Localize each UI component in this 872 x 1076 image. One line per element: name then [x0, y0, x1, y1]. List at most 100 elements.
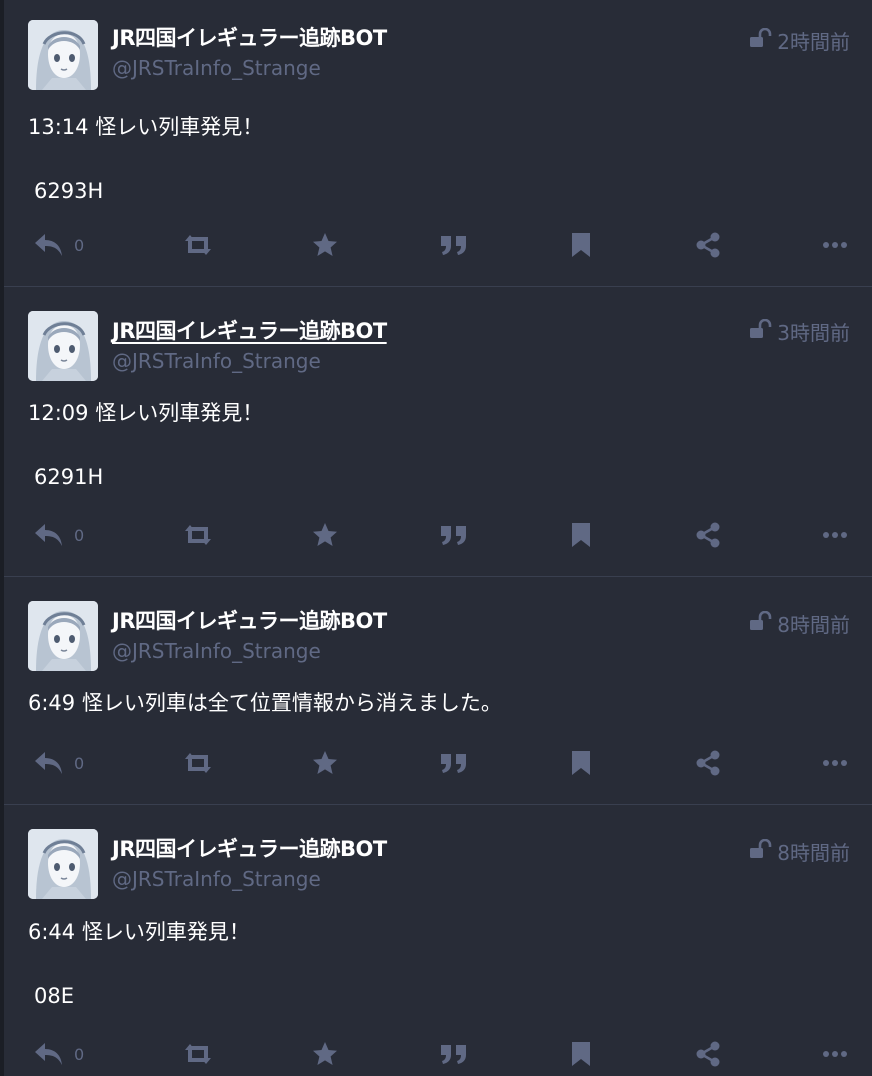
- avatar[interactable]: [28, 601, 98, 671]
- share-icon: [694, 232, 722, 258]
- share-button[interactable]: [694, 225, 722, 265]
- display-name[interactable]: JR四国イレギュラー追跡BOT: [112, 22, 387, 52]
- display-name[interactable]: JR四国イレギュラー追跡BOT: [112, 315, 387, 345]
- bookmark-button[interactable]: [570, 1034, 592, 1074]
- status-meta[interactable]: 8時間前: [749, 609, 850, 638]
- relative-time: 2時間前: [777, 30, 850, 54]
- reply-button[interactable]: 0: [34, 1034, 84, 1074]
- more-icon: [822, 232, 848, 258]
- more-button[interactable]: [822, 743, 848, 783]
- unlocked-icon: [749, 610, 773, 636]
- quote-icon: [439, 522, 469, 548]
- more-icon: [822, 522, 848, 548]
- status-content: 13:14 怪レい列車発見！ 6293H: [28, 112, 848, 206]
- reply-icon: [34, 522, 64, 548]
- status-content: 6:44 怪レい列車発見！ 08E: [28, 917, 848, 1011]
- action-bar: 0: [4, 1034, 872, 1074]
- favourite-icon: [311, 232, 339, 258]
- share-icon: [694, 1041, 722, 1067]
- status-post[interactable]: JR四国イレギュラー追跡BOT @JRSTraInfo_Strange 8時間前…: [4, 577, 872, 805]
- account-handle[interactable]: @JRSTraInfo_Strange: [112, 349, 321, 373]
- status-meta[interactable]: 2時間前: [749, 26, 850, 55]
- reply-count: 0: [74, 235, 85, 255]
- more-icon: [822, 750, 848, 776]
- share-button[interactable]: [694, 743, 722, 783]
- reply-count: 0: [74, 525, 85, 545]
- boost-button[interactable]: [182, 515, 214, 555]
- quote-button[interactable]: [439, 743, 469, 783]
- share-icon: [694, 750, 722, 776]
- display-name[interactable]: JR四国イレギュラー追跡BOT: [112, 605, 387, 635]
- favourite-icon: [311, 1041, 339, 1067]
- account-handle[interactable]: @JRSTraInfo_Strange: [112, 867, 321, 891]
- reply-icon: [34, 232, 64, 258]
- action-bar: 0: [4, 225, 872, 265]
- reply-icon: [34, 1041, 64, 1067]
- favourite-button[interactable]: [311, 743, 339, 783]
- status-content: 12:09 怪レい列車発見！ 6291H: [28, 398, 848, 492]
- action-bar: 0: [4, 515, 872, 555]
- account-handle[interactable]: @JRSTraInfo_Strange: [112, 639, 321, 663]
- bookmark-icon: [570, 232, 592, 258]
- quote-button[interactable]: [439, 225, 469, 265]
- content-paragraph: 13:14 怪レい列車発見！: [28, 115, 264, 139]
- more-button[interactable]: [822, 225, 848, 265]
- avatar[interactable]: [28, 829, 98, 899]
- status-post[interactable]: JR四国イレギュラー追跡BOT @JRSTraInfo_Strange 8時間前…: [4, 805, 872, 1076]
- reply-button[interactable]: 0: [34, 225, 84, 265]
- content-paragraph: 12:09 怪レい列車発見！: [28, 401, 264, 425]
- more-icon: [822, 1041, 848, 1067]
- status-content: 6:49 怪レい列車は全て位置情報から消えました。: [28, 688, 848, 718]
- favourite-icon: [311, 750, 339, 776]
- quote-button[interactable]: [439, 1034, 469, 1074]
- quote-icon: [439, 750, 469, 776]
- status-post[interactable]: JR四国イレギュラー追跡BOT @JRSTraInfo_Strange 3時間前…: [4, 287, 872, 577]
- status-meta[interactable]: 8時間前: [749, 837, 850, 866]
- bookmark-button[interactable]: [570, 225, 592, 265]
- boost-icon: [182, 232, 214, 258]
- boost-button[interactable]: [182, 225, 214, 265]
- favourite-button[interactable]: [311, 1034, 339, 1074]
- reply-button[interactable]: 0: [34, 743, 84, 783]
- avatar[interactable]: [28, 20, 98, 90]
- account-handle[interactable]: @JRSTraInfo_Strange: [112, 56, 321, 80]
- favourite-button[interactable]: [311, 225, 339, 265]
- bookmark-icon: [570, 1041, 592, 1067]
- favourite-button[interactable]: [311, 515, 339, 555]
- bookmark-icon: [570, 522, 592, 548]
- avatar[interactable]: [28, 311, 98, 381]
- boost-button[interactable]: [182, 1034, 214, 1074]
- status-meta[interactable]: 3時間前: [749, 317, 850, 346]
- content-paragraph: 6291H: [34, 465, 104, 489]
- share-icon: [694, 522, 722, 548]
- quote-icon: [439, 232, 469, 258]
- unlocked-icon: [749, 318, 773, 344]
- boost-button[interactable]: [182, 743, 214, 783]
- bookmark-icon: [570, 750, 592, 776]
- relative-time: 8時間前: [777, 613, 850, 637]
- content-paragraph: 08E: [34, 984, 74, 1008]
- boost-icon: [182, 522, 214, 548]
- relative-time: 8時間前: [777, 841, 850, 865]
- content-paragraph: 6:44 怪レい列車発見！: [28, 920, 250, 944]
- more-button[interactable]: [822, 515, 848, 555]
- unlocked-icon: [749, 27, 773, 53]
- relative-time: 3時間前: [777, 321, 850, 345]
- quote-button[interactable]: [439, 515, 469, 555]
- more-button[interactable]: [822, 1034, 848, 1074]
- share-button[interactable]: [694, 515, 722, 555]
- display-name[interactable]: JR四国イレギュラー追跡BOT: [112, 833, 387, 863]
- bookmark-button[interactable]: [570, 743, 592, 783]
- status-post[interactable]: JR四国イレギュラー追跡BOT @JRSTraInfo_Strange 2時間前…: [4, 0, 872, 287]
- reply-count: 0: [74, 753, 85, 773]
- reply-button[interactable]: 0: [34, 515, 84, 555]
- quote-icon: [439, 1041, 469, 1067]
- content-paragraph: 6293H: [34, 179, 104, 203]
- boost-icon: [182, 750, 214, 776]
- unlocked-icon: [749, 838, 773, 864]
- reply-count: 0: [74, 1044, 85, 1064]
- boost-icon: [182, 1041, 214, 1067]
- bookmark-button[interactable]: [570, 515, 592, 555]
- timeline-feed: JR四国イレギュラー追跡BOT @JRSTraInfo_Strange 2時間前…: [0, 0, 872, 1076]
- share-button[interactable]: [694, 1034, 722, 1074]
